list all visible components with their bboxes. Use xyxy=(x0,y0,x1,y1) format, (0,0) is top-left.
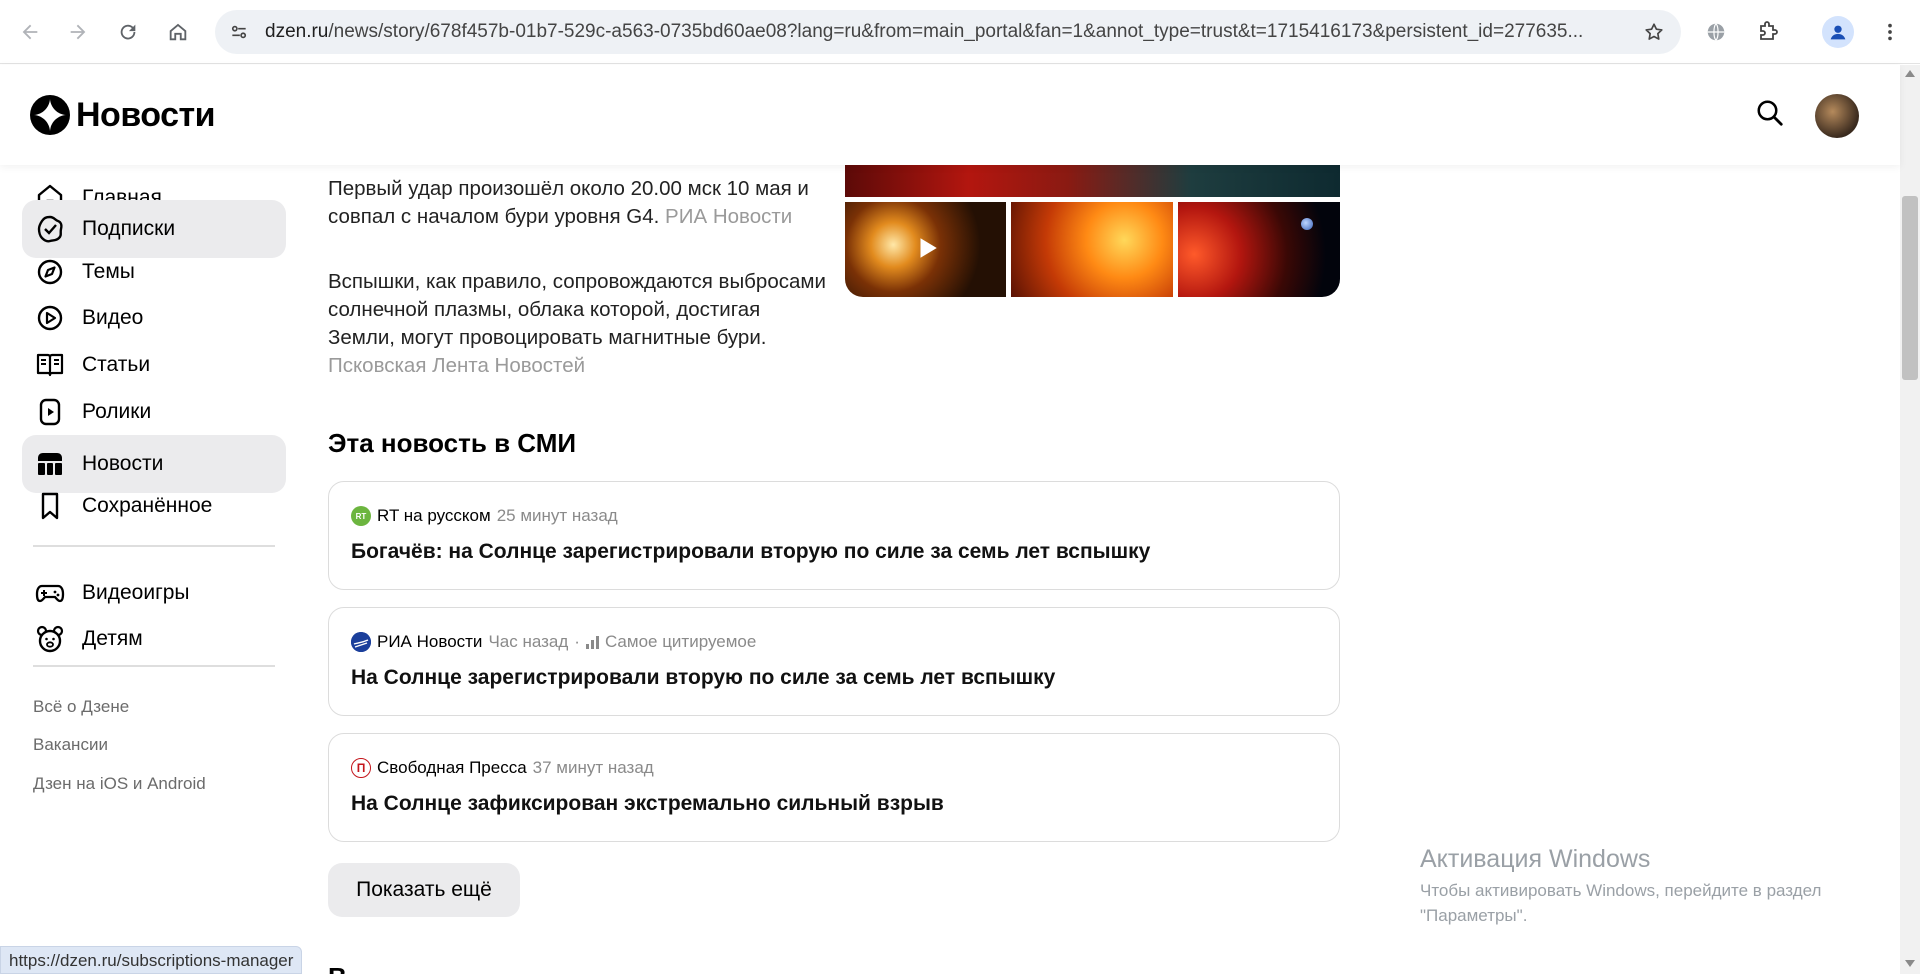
footer-link-apps[interactable]: Дзен на iOS и Android xyxy=(33,774,206,794)
windows-activation-watermark: Активация Windows Чтобы активировать Win… xyxy=(1420,845,1860,928)
paragraph-source-link[interactable]: Псковская Лента Новостей xyxy=(328,354,585,377)
extensions-button[interactable] xyxy=(1752,16,1784,48)
sidebar-divider xyxy=(33,545,275,547)
sidebar-item-clips[interactable]: Ролики xyxy=(22,383,286,441)
site-header: Новости xyxy=(0,65,1900,165)
scroll-up-arrow-icon[interactable] xyxy=(1905,70,1915,77)
news-card[interactable]: П Свободная Пресса 37 минут назад На Сол… xyxy=(328,733,1340,842)
card-meta: РИА Новости Час назад · Самое цитируемое xyxy=(351,632,756,652)
globe-icon xyxy=(1707,23,1725,41)
back-button[interactable] xyxy=(12,14,48,50)
translate-button[interactable] xyxy=(1700,16,1732,48)
card-meta: П Свободная Пресса 37 минут назад xyxy=(351,758,654,778)
kids-icon xyxy=(36,625,64,653)
bookmark-icon xyxy=(41,492,59,520)
home-outline-icon xyxy=(169,23,187,41)
sidebar-item-label: Сохранённое xyxy=(82,494,213,517)
sidebar-item-label: Статьи xyxy=(82,353,151,376)
card-source: Свободная Пресса xyxy=(377,758,527,777)
sidebar-item-kids[interactable]: Детям xyxy=(22,610,286,668)
section-title: Эта новость в СМИ xyxy=(328,428,577,458)
news-card[interactable]: RT RT на русском 25 минут назад Богачёв:… xyxy=(328,481,1340,590)
url-path: /news/story/678f457b-01b7-529c-a563-0735… xyxy=(328,21,1584,42)
articles-icon xyxy=(36,353,64,377)
dzen-logo-icon xyxy=(30,95,70,135)
sidebar-item-saved[interactable]: Сохранённое xyxy=(22,477,286,535)
dzen-news-logo[interactable]: Новости xyxy=(30,95,216,135)
card-meta: RT RT на русском 25 минут назад xyxy=(351,506,618,526)
reload-button[interactable] xyxy=(110,14,146,50)
card-source: RT на русском xyxy=(377,506,491,525)
card-source: РИА Новости xyxy=(377,632,483,651)
meta-separator: · xyxy=(574,632,580,651)
puzzle-icon xyxy=(1760,21,1778,40)
footer-link-vacancies[interactable]: Вакансии xyxy=(33,735,108,755)
subscriptions-icon xyxy=(37,215,63,243)
ria-logo-icon xyxy=(351,632,371,652)
media-thumbnail[interactable] xyxy=(1178,202,1340,297)
article-paragraph: Вспышки, как правило, сопровождаются выб… xyxy=(328,268,828,380)
earth-graphic xyxy=(1301,218,1313,230)
play-icon[interactable] xyxy=(912,233,942,263)
site-settings-icon[interactable] xyxy=(227,20,251,44)
card-badge: Самое цитируемое xyxy=(604,632,757,651)
watermark-title: Активация Windows xyxy=(1420,845,1651,873)
sidebar-item-label: Детям xyxy=(82,627,143,650)
card-title: Богачёв: на Солнце зарегистрировали втор… xyxy=(351,540,1151,563)
media-main-image[interactable] xyxy=(845,165,1340,197)
person-icon xyxy=(1830,25,1846,40)
sidebar: Главная Подписки Темы Видео Статьи Ролик… xyxy=(0,165,300,974)
bookmark-star-button[interactable] xyxy=(1641,19,1667,45)
sidebar-item-label: Темы xyxy=(82,260,135,283)
clips-icon xyxy=(39,398,61,426)
logo-text: Новости xyxy=(76,95,216,134)
arrow-left-icon xyxy=(22,24,38,40)
card-title: На Солнце зафиксирован экстремально силь… xyxy=(351,792,944,815)
paragraph-text: Вспышки, как правило, сопровождаются выб… xyxy=(328,270,826,349)
user-avatar[interactable] xyxy=(1815,94,1859,138)
news-icon xyxy=(38,453,62,475)
forward-button[interactable] xyxy=(60,14,96,50)
url-text: dzen.ru/news/story/678f457b-01b7-529c-a5… xyxy=(265,21,1825,43)
watermark-subtitle: Чтобы активировать Windows, перейдите в … xyxy=(1420,881,1822,925)
show-more-button[interactable]: Показать ещё xyxy=(328,863,520,917)
sidebar-item-label: Видеоигры xyxy=(82,581,190,604)
popularity-bars-icon xyxy=(585,635,599,649)
svpressa-logo-icon: П xyxy=(351,758,371,778)
home-button[interactable] xyxy=(160,14,196,50)
footer-link-about[interactable]: Всё о Дзене xyxy=(33,697,129,717)
scroll-down-arrow-icon[interactable] xyxy=(1905,960,1915,967)
video-icon xyxy=(37,305,63,331)
address-bar[interactable]: dzen.ru/news/story/678f457b-01b7-529c-a5… xyxy=(215,10,1681,54)
gamepad-icon xyxy=(35,584,65,603)
compass-icon xyxy=(37,259,63,285)
card-time: Час назад xyxy=(488,632,569,651)
browser-menu-button[interactable] xyxy=(1874,16,1906,48)
status-bar-url: https://dzen.ru/subscriptions-manager xyxy=(0,946,303,974)
sidebar-item-label: Видео xyxy=(82,306,144,329)
star-icon xyxy=(1645,23,1663,40)
rt-logo-icon: RT xyxy=(351,506,371,526)
media-thumbnail[interactable] xyxy=(1011,202,1173,297)
sidebar-item-label: Подписки xyxy=(82,217,176,240)
card-title: На Солнце зарегистрировали вторую по сил… xyxy=(351,666,1056,689)
sidebar-item-label: Новости xyxy=(82,452,164,475)
arrow-right-icon xyxy=(70,24,86,40)
search-icon xyxy=(1757,100,1783,126)
browser-toolbar: dzen.ru/news/story/678f457b-01b7-529c-a5… xyxy=(0,0,1920,64)
next-section-heading-partial: В xyxy=(328,962,358,974)
kebab-menu-icon xyxy=(1888,23,1892,41)
card-time: 37 минут назад xyxy=(532,758,654,777)
profile-button[interactable] xyxy=(1822,16,1854,48)
paragraph-source-link[interactable]: РИА Новости xyxy=(665,205,792,228)
scroll-thumb[interactable] xyxy=(1902,196,1918,380)
search-button[interactable] xyxy=(1752,95,1788,131)
sidebar-divider xyxy=(33,665,275,667)
article-paragraph: Первый удар произошёл около 20.00 мск 10… xyxy=(328,175,828,231)
card-time: 25 минут назад xyxy=(496,506,618,525)
news-card[interactable]: РИА Новости Час назад · Самое цитируемое… xyxy=(328,607,1340,716)
sidebar-item-label: Ролики xyxy=(82,400,152,423)
url-host: dzen.ru xyxy=(265,21,329,42)
reload-icon xyxy=(120,24,136,40)
